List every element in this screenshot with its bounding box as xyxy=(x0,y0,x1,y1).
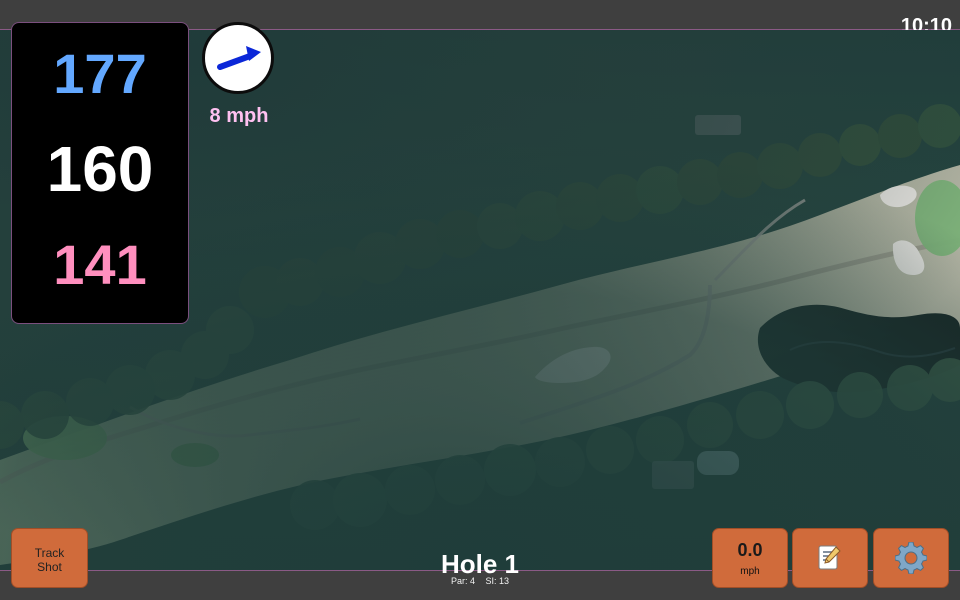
track-shot-button[interactable]: Track Shot xyxy=(11,528,88,588)
speed-value: 0.0 xyxy=(737,540,763,560)
distance-front: 141 xyxy=(53,233,147,296)
notes-icon xyxy=(818,545,841,570)
distance-middle: 160 xyxy=(46,133,154,205)
wind-dial xyxy=(202,22,274,94)
hole-par: Par: 4 xyxy=(450,576,475,586)
golf-gps-screen: 10:10 177 160 141 8 mph Track Shot Hole … xyxy=(0,0,960,600)
hole-details: Par: 4 SI: 13 xyxy=(380,576,580,586)
hole-title: Hole 1 xyxy=(440,549,520,579)
wind-arrow-icon xyxy=(217,46,261,70)
wind-speed-label: 8 mph xyxy=(209,105,269,127)
hole-si: SI: 13 xyxy=(485,576,510,586)
settings-icon xyxy=(895,542,927,574)
speed-button[interactable]: 0.0 mph xyxy=(712,528,788,588)
distance-panel: 177 160 141 xyxy=(11,22,189,324)
settings-button[interactable] xyxy=(873,528,949,588)
speed-unit: mph xyxy=(740,566,760,577)
distance-back: 177 xyxy=(53,42,147,105)
notes-button[interactable] xyxy=(792,528,868,588)
track-shot-label: Track Shot xyxy=(34,546,65,574)
